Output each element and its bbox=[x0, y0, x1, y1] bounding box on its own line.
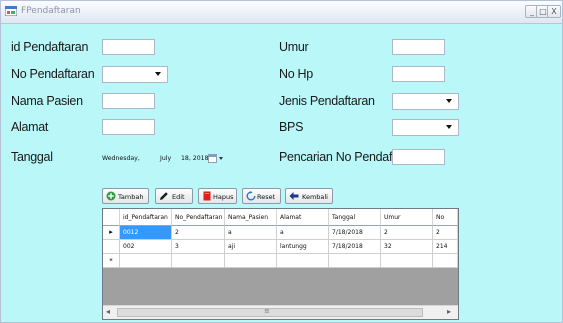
no-pendaftaran-select[interactable] bbox=[102, 66, 168, 83]
label-jenis-pendaftaran: Jenis Pendaftaran bbox=[279, 94, 375, 108]
scroll-grip-icon: ≡ bbox=[264, 307, 270, 315]
table-cell[interactable]: 2 bbox=[381, 226, 433, 240]
label-alamat: Alamat bbox=[11, 120, 49, 134]
label-no-hp: No Hp bbox=[279, 67, 313, 81]
column-header[interactable]: Alamat bbox=[277, 209, 329, 226]
kembali-label: Kembali bbox=[302, 193, 328, 201]
scroll-thumb[interactable]: ≡ bbox=[117, 307, 423, 317]
alamat-field[interactable] bbox=[102, 119, 155, 135]
no-hp-field[interactable] bbox=[392, 66, 445, 82]
label-umur: Umur bbox=[279, 40, 309, 54]
chevron-down-icon bbox=[446, 125, 452, 129]
umur-field[interactable] bbox=[392, 39, 445, 55]
nama-pasien-field[interactable] bbox=[102, 93, 155, 109]
table-cell[interactable]: 7/18/2018 bbox=[329, 226, 381, 240]
table-cell[interactable] bbox=[277, 254, 329, 268]
column-header[interactable]: Umur bbox=[381, 209, 433, 226]
table-cell[interactable]: 7/18/2018 bbox=[329, 240, 381, 254]
chevron-down-icon[interactable] bbox=[219, 157, 223, 160]
back-arrow-icon bbox=[289, 192, 299, 200]
close-button[interactable]: X bbox=[547, 5, 561, 18]
calendar-icon[interactable] bbox=[208, 154, 217, 163]
row-header[interactable] bbox=[103, 240, 120, 254]
window-title: FPendaftaran bbox=[21, 6, 81, 16]
date-month: July bbox=[160, 155, 172, 162]
data-grid[interactable]: id_Pendaftaran No_Pendaftaran Nama_Pasie… bbox=[102, 208, 459, 320]
add-circle-icon bbox=[106, 191, 116, 201]
table-cell[interactable] bbox=[329, 254, 381, 268]
kembali-button[interactable]: Kembali bbox=[285, 188, 333, 204]
label-no-pendaftaran: No Pendaftaran bbox=[11, 67, 95, 81]
table-cell[interactable]: 2 bbox=[172, 226, 225, 240]
date-day: Wednesday, bbox=[102, 155, 140, 162]
jenis-pendaftaran-select[interactable] bbox=[392, 93, 459, 110]
tambah-label: Tambah bbox=[118, 193, 144, 201]
row-header-new[interactable]: * bbox=[103, 254, 120, 268]
column-header[interactable]: Nama_Pasien bbox=[225, 209, 277, 226]
horizontal-scrollbar[interactable]: ◂ ≡ ▸ bbox=[103, 305, 458, 319]
table-cell[interactable]: 3 bbox=[172, 240, 225, 254]
title-bar[interactable]: FPendaftaran _ □ X bbox=[1, 1, 562, 24]
refresh-icon bbox=[246, 191, 256, 201]
scroll-right-icon[interactable]: ▸ bbox=[447, 307, 451, 316]
label-nama-pasien: Nama Pasien bbox=[11, 94, 83, 108]
chevron-down-icon bbox=[446, 99, 452, 103]
delete-icon bbox=[203, 191, 211, 201]
grid-corner-cell[interactable] bbox=[103, 209, 120, 226]
label-id-pendaftaran: id Pendaftaran bbox=[11, 40, 89, 54]
table-cell[interactable] bbox=[381, 254, 433, 268]
date-rest: 18, 2018 bbox=[181, 155, 209, 162]
table-cell[interactable]: a bbox=[277, 226, 329, 240]
reset-label: Reset bbox=[257, 193, 276, 201]
table-cell[interactable]: a bbox=[225, 226, 277, 240]
column-header[interactable]: No_Pendaftaran bbox=[172, 209, 225, 226]
column-header[interactable]: Tanggal bbox=[329, 209, 381, 226]
reset-button[interactable]: Reset bbox=[242, 188, 281, 204]
row-header-current[interactable]: ▸ bbox=[103, 226, 120, 240]
table-cell[interactable]: 32 bbox=[381, 240, 433, 254]
table-cell[interactable]: 2 bbox=[433, 226, 458, 240]
form-window: FPendaftaran _ □ X id Pendaftaran No Pen… bbox=[0, 0, 563, 323]
grid-header: id_Pendaftaran No_Pendaftaran Nama_Pasie… bbox=[103, 209, 458, 226]
id-pendaftaran-field[interactable] bbox=[102, 39, 155, 55]
column-header[interactable]: id_Pendaftaran bbox=[120, 209, 172, 226]
chevron-down-icon bbox=[155, 72, 161, 76]
hapus-label: Hapus bbox=[213, 193, 234, 201]
table-cell[interactable]: 002 bbox=[120, 240, 172, 254]
tambah-button[interactable]: Tambah bbox=[102, 188, 149, 204]
column-header[interactable]: No bbox=[433, 209, 458, 226]
label-bps: BPS bbox=[279, 120, 304, 134]
table-cell[interactable] bbox=[225, 254, 277, 268]
app-form-icon bbox=[5, 6, 17, 16]
edit-button[interactable]: Edit bbox=[155, 188, 193, 204]
scroll-left-icon[interactable]: ◂ bbox=[106, 307, 110, 316]
table-cell[interactable]: 0012 bbox=[120, 226, 172, 240]
edit-label: Edit bbox=[172, 193, 185, 201]
pencil-icon bbox=[160, 192, 168, 200]
tanggal-date-picker[interactable]: Wednesday, July 18, 2018 bbox=[102, 151, 225, 168]
table-cell[interactable] bbox=[172, 254, 225, 268]
label-tanggal: Tanggal bbox=[11, 150, 53, 164]
table-cell[interactable]: lantungg bbox=[277, 240, 329, 254]
bps-select[interactable] bbox=[392, 119, 459, 136]
hapus-button[interactable]: Hapus bbox=[198, 188, 237, 204]
pencarian-field[interactable] bbox=[392, 149, 445, 165]
table-cell[interactable] bbox=[433, 254, 458, 268]
table-cell[interactable]: 214 bbox=[433, 240, 458, 254]
table-cell[interactable]: aji bbox=[225, 240, 277, 254]
table-cell[interactable] bbox=[120, 254, 172, 268]
